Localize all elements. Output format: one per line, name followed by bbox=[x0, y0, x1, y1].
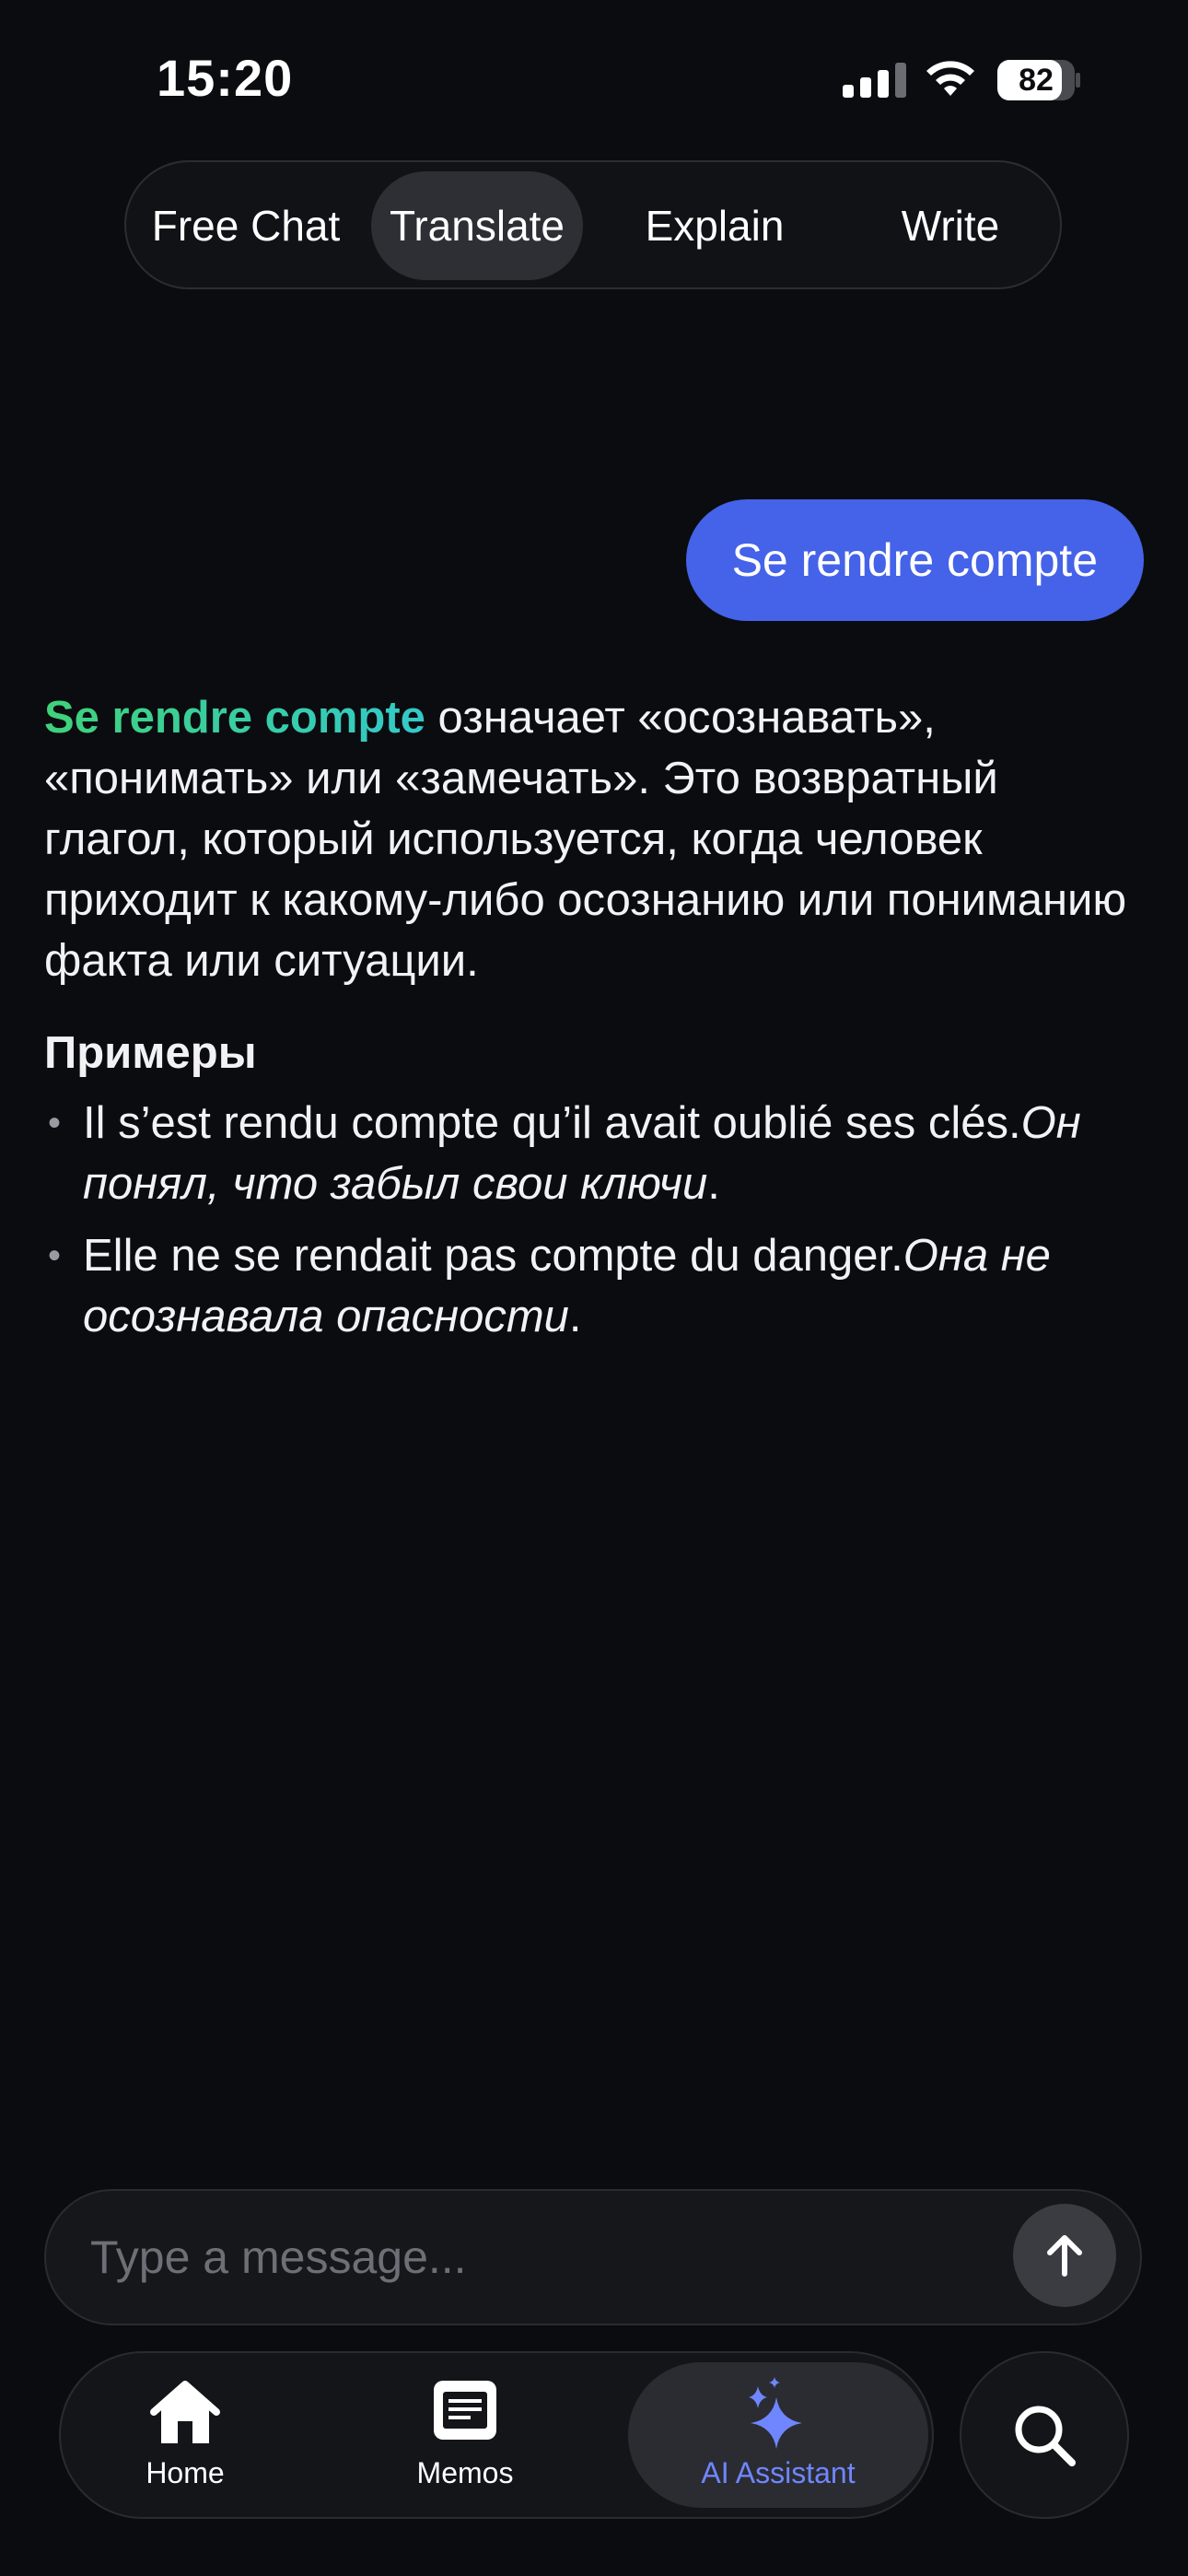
bullet-icon: • bbox=[48, 1103, 62, 1143]
nav-ai-assistant[interactable]: AI Assistant bbox=[628, 2362, 928, 2508]
nav-memos-label: Memos bbox=[416, 2456, 514, 2489]
nav-home[interactable]: Home bbox=[79, 2353, 291, 2517]
memo-icon bbox=[434, 2381, 496, 2440]
sparkles-icon bbox=[749, 2377, 802, 2449]
examples-heading: Примеры bbox=[44, 1028, 257, 1078]
send-button[interactable] bbox=[1013, 2204, 1116, 2307]
arrow-up-icon bbox=[1047, 2235, 1082, 2277]
highlighted-term: Se rendre compte bbox=[44, 693, 425, 743]
status-time: 15:20 bbox=[157, 49, 294, 107]
example-end: . bbox=[707, 1159, 720, 1209]
nav-memos[interactable]: Memos bbox=[359, 2353, 571, 2517]
tab-free-chat[interactable]: Free Chat bbox=[137, 171, 355, 280]
wifi-icon bbox=[926, 61, 974, 96]
message-input[interactable]: Type a message... bbox=[90, 2191, 467, 2324]
message-input-bar[interactable]: Type a message... bbox=[44, 2189, 1142, 2325]
tab-write[interactable]: Write bbox=[850, 171, 1051, 280]
tab-translate[interactable]: Translate bbox=[371, 171, 583, 280]
bullet-icon: • bbox=[48, 1235, 62, 1276]
search-button[interactable] bbox=[960, 2351, 1129, 2519]
assistant-message: Se rendre compte означает «осознавать», … bbox=[44, 687, 1149, 1358]
search-icon bbox=[1015, 2406, 1076, 2466]
battery-level: 82 bbox=[1019, 63, 1054, 98]
cellular-signal-icon bbox=[843, 61, 906, 98]
bottom-nav: Home Memos AI Assistant bbox=[59, 2351, 934, 2519]
example-item: • Il s’est rendu compte qu’il avait oubl… bbox=[44, 1093, 1149, 1214]
home-icon bbox=[150, 2381, 220, 2443]
example-source: Il s’est rendu compte qu’il avait oublié… bbox=[83, 1098, 1021, 1148]
nav-ai-assistant-label: AI Assistant bbox=[701, 2456, 856, 2489]
example-source: Elle ne se rendait pas compte du danger. bbox=[83, 1231, 903, 1281]
user-message-bubble: Se rendre compte bbox=[685, 499, 1144, 621]
example-item: • Elle ne se rendait pas compte du dange… bbox=[44, 1225, 1149, 1347]
nav-home-label: Home bbox=[146, 2456, 225, 2489]
example-end: . bbox=[568, 1292, 582, 1341]
definition-paragraph: Se rendre compte означает «осознавать», … bbox=[44, 687, 1149, 991]
mode-tabs: Free Chat Translate Explain Write bbox=[124, 160, 1062, 289]
tab-explain[interactable]: Explain bbox=[603, 171, 826, 280]
